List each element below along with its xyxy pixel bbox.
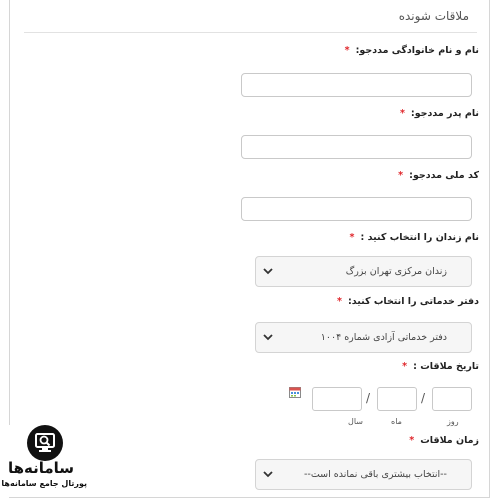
year-field[interactable]: [312, 387, 362, 411]
full-name-field[interactable]: [241, 73, 472, 97]
section-title: ملاقات شونده: [398, 9, 469, 23]
required-mark: *: [398, 170, 404, 181]
month-field[interactable]: [377, 387, 417, 411]
required-mark: *: [402, 361, 408, 372]
full-name-label: نام و نام خانوادگی مددجو:*: [344, 45, 479, 56]
time-select[interactable]: --انتخاب بیشتری باقی نمانده است--: [255, 459, 472, 490]
calendar-icon[interactable]: [289, 386, 301, 398]
time-label: زمان ملاقات*: [409, 435, 479, 446]
chevron-down-icon: [263, 471, 273, 478]
year-caption: سال: [348, 417, 363, 426]
required-mark: *: [349, 232, 355, 243]
chevron-down-icon: [263, 268, 273, 275]
office-label: دفتر خدماتی را انتخاب کنید:*: [337, 296, 479, 307]
prison-label: نام زندان را انتخاب کنید :*: [349, 232, 479, 243]
required-mark: *: [337, 296, 342, 307]
office-select[interactable]: دفتر خدماتی آزادی شماره ۱۰۰۴: [255, 322, 472, 353]
date-separator: /: [366, 391, 371, 405]
date-separator: /: [421, 391, 426, 405]
month-caption: ماه: [391, 417, 402, 426]
required-mark: *: [399, 108, 405, 119]
prison-select[interactable]: زندان مرکزی تهران بزرگ: [255, 256, 472, 287]
required-mark: *: [409, 435, 415, 446]
search-monitor-icon: [27, 425, 63, 461]
day-field[interactable]: [432, 387, 472, 411]
national-code-field[interactable]: [241, 197, 472, 221]
father-name-field[interactable]: [241, 135, 472, 159]
logo-subtitle: پورتال جامع سامانه‌ها: [1, 479, 87, 488]
required-mark: *: [344, 45, 350, 56]
chevron-down-icon: [263, 334, 273, 341]
visit-form: ملاقات شونده نام و نام خانوادگی مددجو:* …: [9, 0, 490, 498]
prison-select-value: زندان مرکزی تهران بزرگ: [345, 266, 447, 277]
site-logo: سامانه‌ها پورتال جامع سامانه‌ها: [0, 425, 100, 497]
logo-title: سامانه‌ها: [7, 459, 75, 477]
time-select-value: --انتخاب بیشتری باقی نمانده است--: [303, 469, 447, 480]
section-divider: [24, 32, 477, 33]
father-name-label: نام پدر مددجو:*: [399, 108, 479, 119]
day-caption: روز: [447, 417, 459, 426]
national-code-label: کد ملی مددجو:*: [398, 170, 479, 181]
date-label: تاریخ ملاقات :*: [402, 361, 479, 372]
office-select-value: دفتر خدماتی آزادی شماره ۱۰۰۴: [320, 332, 447, 343]
